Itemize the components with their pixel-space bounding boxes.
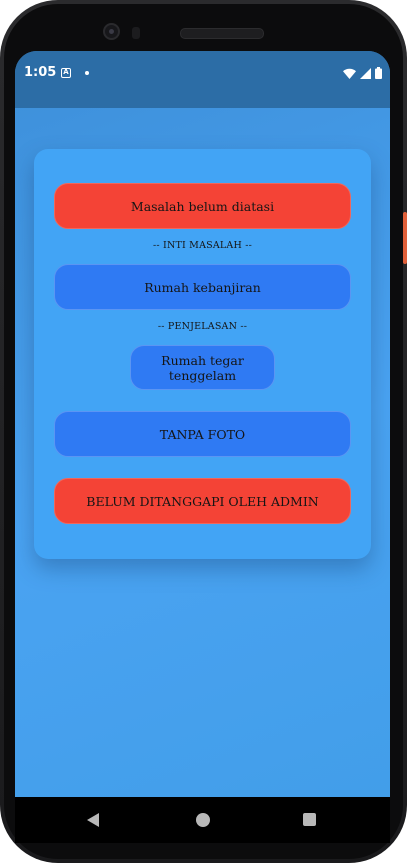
- photo-status-button[interactable]: TANPA FOTO: [54, 411, 351, 457]
- a-icon: A: [61, 68, 71, 78]
- app-screen: 1:05 A Masalah belum diatasi -- INTI MAS…: [15, 51, 390, 797]
- battery-icon: [375, 67, 382, 79]
- admin-status-button[interactable]: BELUM DITANGGAPI OLEH ADMIN: [54, 478, 351, 524]
- proximity-sensor: [132, 27, 140, 39]
- core-issue-value: Rumah kebanjiran: [144, 279, 261, 295]
- problem-status-button[interactable]: Masalah belum diatasi: [54, 183, 351, 229]
- wifi-icon: [343, 68, 356, 79]
- problem-status-label: Masalah belum diatasi: [130, 198, 275, 214]
- notification-dot-icon: [85, 71, 89, 75]
- core-issue-heading: -- INTI MASALAH --: [152, 240, 253, 251]
- recents-icon[interactable]: [303, 813, 316, 826]
- admin-status-label: BELUM DITANGGAPI OLEH ADMIN: [86, 493, 319, 509]
- photo-status-label: TANPA FOTO: [159, 426, 246, 442]
- explanation-button[interactable]: Rumah tegar tenggelam: [130, 345, 275, 390]
- status-bar: 1:05 A: [15, 51, 390, 108]
- explanation-value: Rumah tegar tenggelam: [161, 352, 244, 383]
- home-icon[interactable]: [196, 813, 210, 827]
- phone-frame: 1:05 A Masalah belum diatasi -- INTI MAS…: [0, 0, 407, 863]
- report-card: Masalah belum diatasi -- INTI MASALAH --…: [34, 149, 371, 559]
- explanation-heading: -- PENJELASAN --: [157, 321, 248, 332]
- core-issue-button[interactable]: Rumah kebanjiran: [54, 264, 351, 310]
- signal-icon: [360, 67, 371, 79]
- earpiece-speaker: [180, 28, 264, 39]
- front-camera-icon: [103, 23, 120, 40]
- status-time: 1:05: [24, 65, 57, 80]
- status-icons: [343, 66, 382, 80]
- power-button: [403, 212, 407, 264]
- navigation-bar: [15, 797, 390, 843]
- back-icon[interactable]: [87, 813, 99, 827]
